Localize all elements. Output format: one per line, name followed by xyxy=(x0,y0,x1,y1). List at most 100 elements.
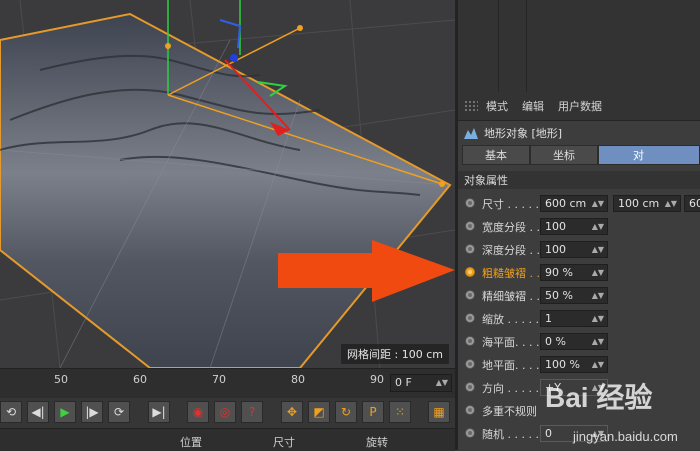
property-row: 海平面. . . . 0 % ▲▼ xyxy=(458,331,700,354)
param-key-icon[interactable]: P xyxy=(362,401,384,423)
pla-key-icon[interactable]: ⁙ xyxy=(389,401,411,423)
spinner-icon[interactable]: ▲▼ xyxy=(592,196,604,211)
object-title-text: 地形对象 [地形] xyxy=(484,127,563,140)
tick-label: 70 xyxy=(212,373,226,386)
property-label: 随机 . . . . . xyxy=(482,428,539,441)
property-row: 宽度分段 . . 100 ▲▼ xyxy=(458,216,700,239)
film-icon[interactable]: ▦ xyxy=(428,401,450,423)
property-value-field[interactable]: 100 ▲▼ xyxy=(540,218,608,235)
property-value-field[interactable]: 100 cm ▲▼ xyxy=(613,195,681,212)
tab-basic[interactable]: 基本 xyxy=(462,145,530,165)
object-title: 地形对象 [地形] xyxy=(458,121,700,145)
property-value-field[interactable]: 60 xyxy=(684,195,700,212)
property-label: 宽度分段 . . xyxy=(482,221,540,234)
tab-object[interactable]: 对 xyxy=(598,145,700,165)
property-value-field[interactable]: 600 cm ▲▼ xyxy=(540,195,608,212)
grid-spacing-label: 网格间距 : 100 cm xyxy=(341,344,449,364)
move-key-icon[interactable]: ✥ xyxy=(281,401,303,423)
autokey-icon[interactable]: ◎ xyxy=(214,401,236,423)
timeline[interactable]: 50 60 70 80 90 0 F ▲▼ xyxy=(0,368,455,399)
current-frame-field[interactable]: 0 F ▲▼ xyxy=(390,374,452,392)
loop-icon[interactable]: ⟳ xyxy=(108,401,130,423)
spinner-icon[interactable]: ▲▼ xyxy=(592,242,604,257)
record-icon[interactable]: ◉ xyxy=(187,401,209,423)
property-value-field[interactable]: 50 % ▲▼ xyxy=(540,287,608,304)
animate-radio-icon[interactable] xyxy=(465,198,475,208)
property-row: 随机 . . . . . 0 ▲▼ xyxy=(458,423,700,446)
property-row: 多重不规则 xyxy=(458,400,700,423)
attributes-menubar: 模式 编辑 用户数据 xyxy=(458,92,700,121)
property-value: 100 % xyxy=(545,358,580,371)
animate-radio-icon[interactable] xyxy=(465,428,475,438)
tab-coord[interactable]: 坐标 xyxy=(530,145,598,165)
spinner-icon[interactable]: ▲▼ xyxy=(436,375,448,391)
go-end-icon[interactable]: ▶| xyxy=(148,401,170,423)
animate-radio-icon[interactable] xyxy=(465,336,475,346)
spinner-icon[interactable]: ▲▼ xyxy=(592,357,604,372)
property-value-field[interactable]: 100 % ▲▼ xyxy=(540,356,608,373)
spinner-icon[interactable]: ▲▼ xyxy=(592,219,604,234)
property-value: 0 % xyxy=(545,335,566,348)
spinner-icon[interactable]: ▲▼ xyxy=(592,426,604,441)
tick-label: 80 xyxy=(291,373,305,386)
scale-key-icon[interactable]: ◩ xyxy=(308,401,330,423)
spinner-icon[interactable]: ▲▼ xyxy=(665,196,677,211)
property-row: 地平面. . . . 100 % ▲▼ xyxy=(458,354,700,377)
property-value-field[interactable]: 100 ▲▼ xyxy=(540,241,608,258)
property-label: 缩放 . . . . . xyxy=(482,313,539,326)
spinner-icon[interactable]: ▲▼ xyxy=(592,265,604,280)
current-frame-value: 0 F xyxy=(395,376,412,389)
property-label: 海平面. . . . xyxy=(482,336,540,349)
property-label: 尺寸 . . . . . xyxy=(482,198,539,211)
animate-radio-icon[interactable] xyxy=(465,405,475,415)
animate-radio-icon[interactable] xyxy=(465,290,475,300)
grip-icon[interactable] xyxy=(464,100,478,112)
menu-mode[interactable]: 模式 xyxy=(486,98,508,114)
property-value-field[interactable]: 1 ▲▼ xyxy=(540,310,608,327)
go-start-icon[interactable]: ⟲ xyxy=(0,401,22,423)
property-row: 粗糙皱褶 . . 90 % ▲▼ xyxy=(458,262,700,285)
menu-edit[interactable]: 编辑 xyxy=(522,98,544,114)
section-object-properties: 对象属性 xyxy=(458,171,700,189)
spinner-icon[interactable]: ▲▼ xyxy=(592,334,604,349)
animate-radio-icon[interactable] xyxy=(465,359,475,369)
animate-radio-icon[interactable] xyxy=(465,267,475,277)
animate-radio-icon[interactable] xyxy=(465,244,475,254)
property-value: 1 xyxy=(545,312,552,325)
property-label: 方向 . . . . . xyxy=(482,382,539,395)
prev-key-icon[interactable]: ◀| xyxy=(27,401,49,423)
playback-controls: ⟲ ◀| ▶ |▶ ⟳ ▶| ◉ ◎ ? ✥ ◩ ↻ P ⁙ ▦ xyxy=(0,398,455,428)
spinner-icon[interactable]: ▲▼ xyxy=(592,288,604,303)
rotate-key-icon[interactable]: ↻ xyxy=(335,401,357,423)
terrain-scene xyxy=(0,0,455,368)
property-label: 地平面. . . . xyxy=(482,359,540,372)
property-row: 方向 . . . . . +Y ▲▼ xyxy=(458,377,700,400)
property-value-field[interactable]: 0 % ▲▼ xyxy=(540,333,608,350)
property-value: 100 cm xyxy=(618,197,660,210)
attribute-tabs: 基本 坐标 对 xyxy=(462,145,700,165)
play-icon[interactable]: ▶ xyxy=(54,401,76,423)
tick-label: 50 xyxy=(54,373,68,386)
coord-position-label: 位置 xyxy=(180,436,202,449)
property-value: +Y xyxy=(545,381,561,394)
spinner-icon[interactable]: ▲▼ xyxy=(592,311,604,326)
animate-radio-icon[interactable] xyxy=(465,313,475,323)
next-key-icon[interactable]: |▶ xyxy=(81,401,103,423)
viewport-3d[interactable]: 网格间距 : 100 cm xyxy=(0,0,455,368)
property-value-field[interactable]: +Y ▲▼ xyxy=(540,379,608,396)
property-value: 0 xyxy=(545,427,552,440)
property-value-field[interactable]: 90 % ▲▼ xyxy=(540,264,608,281)
coord-size-label: 尺寸 xyxy=(273,436,295,449)
coordinate-bar: 位置 尺寸 旋转 xyxy=(0,428,455,451)
property-value: 600 cm xyxy=(545,197,587,210)
object-manager-area[interactable] xyxy=(458,0,700,92)
animate-radio-icon[interactable] xyxy=(465,382,475,392)
property-row: 缩放 . . . . . 1 ▲▼ xyxy=(458,308,700,331)
animate-radio-icon[interactable] xyxy=(465,221,475,231)
help-key-icon[interactable]: ? xyxy=(241,401,263,423)
property-value-field[interactable]: 0 ▲▼ xyxy=(540,425,608,442)
spinner-icon[interactable]: ▲▼ xyxy=(592,380,604,395)
menu-user-data[interactable]: 用户数据 xyxy=(558,98,602,114)
tick-label: 90 xyxy=(370,373,384,386)
property-value: 60 xyxy=(689,197,700,210)
